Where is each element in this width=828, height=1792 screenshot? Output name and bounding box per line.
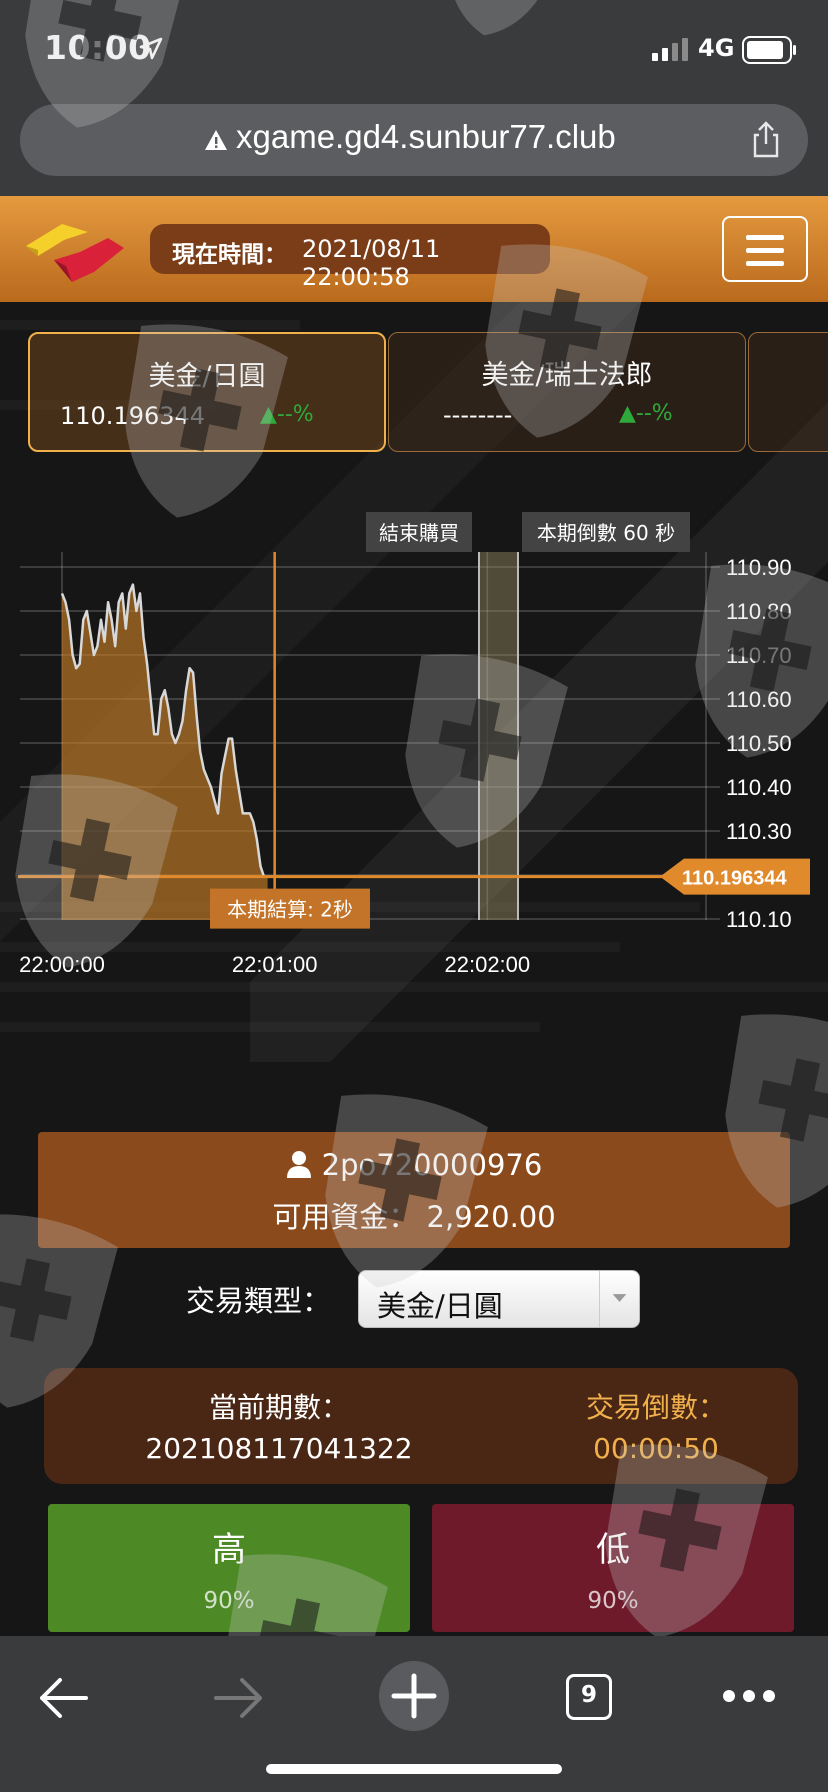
menu-button[interactable]	[722, 216, 808, 282]
y-tick-label: 110.10	[726, 907, 792, 932]
home-indicator	[266, 1764, 562, 1774]
bg-stripe	[0, 1022, 540, 1032]
countdown-label: 本期倒數 60 秒	[537, 521, 675, 545]
more-options-icon[interactable]	[722, 1688, 776, 1704]
hamburger-icon	[746, 235, 784, 240]
site-header: 現在時間： 2021/08/11 22:00:58	[0, 196, 828, 302]
funds-value: 2,920.00	[426, 1200, 556, 1234]
price-area	[62, 584, 268, 920]
tab-count: 9	[580, 1682, 597, 1708]
account-username-row: 2po720000976	[38, 1148, 790, 1182]
currency-card-name: 美金/瑞士法郎	[481, 360, 653, 391]
price-chart: 110.90 110.80 110.70 110.60 110.50 110.40 110.…	[18, 512, 810, 977]
high-button-payout: 90%	[203, 1588, 255, 1614]
y-tick-label: 110.50	[726, 731, 792, 756]
y-tick-label: 110.60	[726, 687, 792, 712]
battery-icon	[742, 36, 796, 64]
trade-type-label: 交易類型：	[186, 1284, 332, 1318]
browser-top-chrome: 10:00 4G xgame.gd4.sunbur77.club	[0, 0, 828, 196]
low-button[interactable]: 低 90%	[432, 1504, 794, 1632]
url-text: xgame.gd4.sunbur77.club	[236, 118, 616, 155]
currency-card-usdchf[interactable]: 美金/瑞士法郎 -------- ▲--%	[388, 332, 746, 452]
forward-arrow-icon[interactable]	[212, 1676, 264, 1720]
y-tick-label: 110.90	[726, 555, 792, 580]
funds-label: 可用資金：	[272, 1200, 418, 1234]
new-tab-plus-icon[interactable]	[378, 1660, 450, 1732]
current-period-label: 當前期數：	[208, 1391, 349, 1424]
share-icon[interactable]	[746, 120, 786, 160]
status-bar: 10:00 4G	[0, 0, 828, 96]
current-price-label: 110.196344	[682, 868, 787, 890]
x-tick-label: 22:00:00	[19, 952, 105, 977]
account-panel: 2po720000976 可用資金： 2,920.00	[38, 1132, 790, 1248]
network-type: 4G	[698, 34, 735, 62]
low-button-payout: 90%	[587, 1588, 639, 1614]
current-time-label: 現在時間：	[172, 242, 287, 268]
account-funds-row: 可用資金： 2,920.00	[38, 1194, 790, 1236]
account-username: 2po720000976	[321, 1148, 543, 1182]
currency-card-change: ▲--%	[619, 401, 673, 426]
main-content: 美金/日圓 110.196344 ▲--% 美金/瑞士法郎 -------- ▲…	[0, 302, 828, 1636]
status-time: 10:00	[44, 28, 152, 67]
period-panel: 當前期數： 202108117041322 交易倒數： 00:00:50	[44, 1368, 798, 1484]
hamburger-icon-bar	[746, 261, 784, 266]
y-tick-label: 110.70	[726, 643, 792, 668]
bg-stripe	[0, 320, 300, 330]
currency-card-usdjpy[interactable]: 美金/日圓 110.196344 ▲--%	[28, 332, 386, 452]
y-tick-label: 110.40	[726, 775, 792, 800]
warning-icon	[205, 130, 227, 150]
site-logo	[26, 224, 124, 282]
current-time-value: 2021/08/11 22:00:58	[302, 235, 441, 291]
y-tick-label: 110.30	[726, 819, 792, 844]
closed-band	[479, 552, 518, 920]
trade-countdown-value: 00:00:50	[593, 1432, 719, 1465]
currency-card-value: --------	[443, 401, 513, 429]
location-arrow-icon	[139, 37, 163, 60]
trade-type-selected: 美金/日圓	[377, 1289, 503, 1323]
address-bar[interactable]: xgame.gd4.sunbur77.club	[20, 104, 808, 176]
high-button-label: 高	[212, 1530, 246, 1570]
tabs-button[interactable]: 9	[566, 1674, 612, 1720]
current-time-display: 現在時間： 2021/08/11 22:00:58	[150, 224, 550, 291]
low-button-label: 低	[596, 1530, 630, 1570]
trade-type-select[interactable]: 美金/日圓	[358, 1270, 640, 1328]
settle-label: 本期結算: 2秒	[227, 898, 353, 922]
currency-card-name: 美金/日圓	[148, 361, 266, 392]
x-tick-label: 22:02:00	[445, 952, 531, 977]
currency-card-change: ▲--%	[260, 402, 314, 427]
high-button[interactable]: 高 90%	[48, 1504, 410, 1632]
currency-card-next[interactable]	[748, 332, 828, 452]
end-purchase-label: 結束購買	[379, 521, 459, 545]
back-arrow-icon[interactable]	[38, 1676, 90, 1720]
currency-card-value: 110.196344	[60, 402, 206, 430]
hamburger-icon-bar	[746, 248, 784, 253]
chevron-down-icon	[599, 1271, 627, 1327]
trade-countdown-label: 交易倒數：	[585, 1391, 726, 1424]
user-icon	[286, 1151, 311, 1178]
current-period-value: 202108117041322	[145, 1432, 413, 1465]
y-tick-label: 110.80	[726, 599, 792, 624]
x-tick-label: 22:01:00	[232, 952, 318, 977]
cellular-signal-icon	[652, 38, 688, 61]
